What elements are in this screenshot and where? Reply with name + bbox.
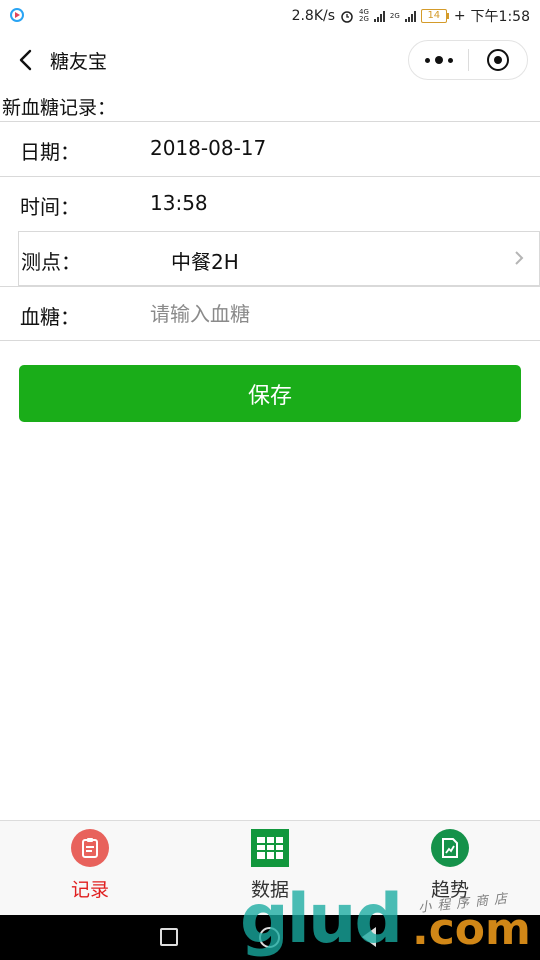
dot-icon	[447, 57, 453, 63]
date-value[interactable]: 2018-08-17	[150, 136, 266, 160]
dot-icon	[434, 56, 443, 64]
more-button[interactable]	[409, 41, 468, 79]
mini-program-capsule	[408, 40, 528, 80]
signal-icon	[404, 10, 416, 22]
tab-trend-icon-wrap	[431, 829, 469, 867]
trend-chart-icon	[431, 829, 469, 867]
status-right: 2.8K/s 4G 2G 2G 14 + 下午1:58	[292, 6, 530, 26]
sim2-label: 2G	[389, 11, 400, 20]
page-title: 糖友宝	[50, 51, 108, 73]
save-button[interactable]: 保存	[19, 365, 521, 422]
recent-apps-icon[interactable]	[160, 928, 178, 946]
target-icon	[486, 49, 509, 71]
nav-bar: 糖友宝	[0, 32, 540, 88]
tab-record[interactable]: 记录	[0, 821, 180, 915]
clipboard-icon	[71, 829, 109, 867]
glucose-input[interactable]	[150, 297, 510, 331]
charging-plus: +	[453, 8, 466, 24]
time-label: 时间：	[20, 195, 80, 219]
net-speed: 2.8K/s	[291, 8, 336, 24]
date-row[interactable]: 日期： 2018-08-17	[0, 121, 540, 176]
close-mini-program-button[interactable]	[469, 41, 527, 79]
time-value[interactable]: 13:58	[150, 191, 208, 215]
status-bar: 2.8K/s 4G 2G 2G 14 + 下午1:58	[0, 0, 540, 32]
watermark-logo: glud	[240, 880, 403, 959]
glucose-form: 日期： 2018-08-17 时间： 13:58 测点： 中餐2H 血糖：	[0, 121, 540, 341]
date-label: 日期：	[20, 140, 80, 164]
signal-icon	[373, 10, 385, 22]
grid-table-icon	[251, 829, 289, 867]
measure-point-value[interactable]: 中餐2H	[171, 246, 239, 275]
sim1-label: 4G 2G	[359, 8, 369, 23]
glucose-row: 血糖：	[0, 286, 540, 341]
battery-icon: 14	[420, 9, 449, 23]
tab-record-label: 记录	[70, 879, 109, 901]
measure-point-picker[interactable]: 测点： 中餐2H	[18, 231, 540, 286]
chevron-left-icon	[19, 49, 32, 71]
section-title: 新血糖记录：	[2, 97, 117, 119]
chevron-right-icon	[515, 251, 524, 265]
dot-icon	[424, 57, 430, 63]
back-button[interactable]	[14, 46, 40, 74]
alarm-icon	[341, 11, 353, 23]
glucose-label: 血糖：	[20, 305, 80, 329]
tab-record-icon-wrap	[71, 829, 109, 867]
clock-time: 下午1:58	[470, 9, 530, 25]
measure-point-label: 测点：	[21, 250, 81, 274]
tab-data-icon-wrap	[251, 829, 289, 867]
app-notification-icon	[10, 8, 24, 22]
time-row[interactable]: 时间： 13:58	[0, 176, 540, 231]
